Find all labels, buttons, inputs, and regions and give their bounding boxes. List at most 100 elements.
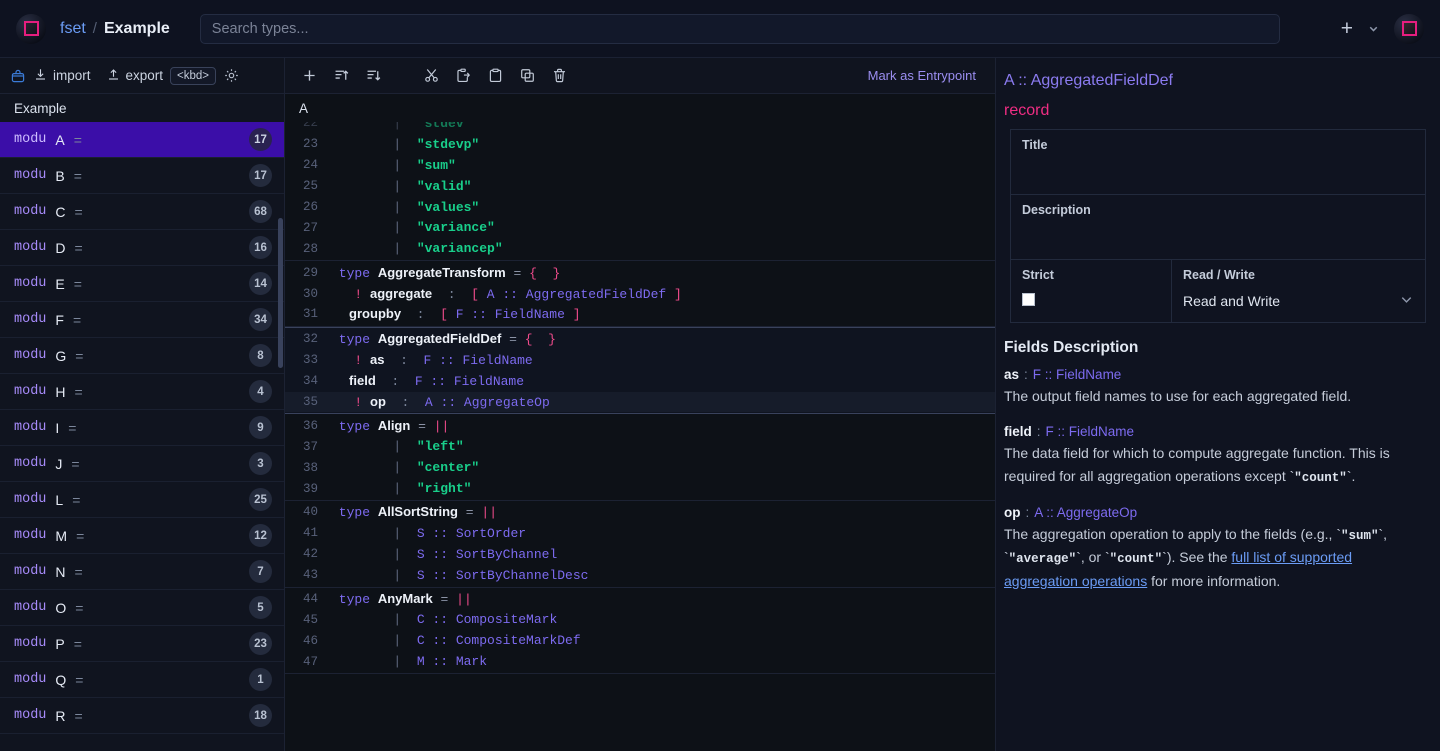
readwrite-select[interactable]: Read and Write (1183, 282, 1414, 310)
sidebar-item-q[interactable]: modu Q = 1 (0, 662, 284, 698)
module-keyword: modu (14, 708, 47, 723)
breadcrumb-current[interactable]: Example (104, 20, 170, 38)
code-block[interactable]: 29 type AggregateTransform = { } 30 ! agg… (285, 261, 995, 327)
code-line[interactable]: 41 | S :: SortOrder (285, 523, 995, 544)
module-keyword: modu (14, 276, 47, 291)
search-input[interactable] (199, 13, 1280, 44)
line-number: 39 (302, 481, 318, 496)
sidebar-item-c[interactable]: modu C = 68 (0, 194, 284, 230)
sidebar-item-r[interactable]: modu R = 18 (0, 698, 284, 734)
delete-icon[interactable] (545, 63, 573, 89)
copy-icon[interactable] (513, 63, 541, 89)
code-line[interactable]: 30 ! aggregate : [ A :: AggregatedFieldD… (285, 283, 995, 304)
sidebar-item-o[interactable]: modu O = 5 (0, 590, 284, 626)
code-line[interactable]: 23 | "stdevp" (285, 134, 995, 155)
code-line[interactable]: 32 type AggregatedFieldDef = { } (285, 329, 995, 350)
strict-readwrite-row: Strict Read / Write Read and Write (1011, 260, 1425, 323)
move-down-icon[interactable] (359, 63, 387, 89)
code-line[interactable]: 27 | "variance" (285, 217, 995, 238)
sidebar-item-n[interactable]: modu N = 7 (0, 554, 284, 590)
sidebar-item-a[interactable]: modu A = 17 (0, 122, 284, 158)
title-field-value[interactable] (1022, 152, 1414, 182)
code-line[interactable]: 44 type AnyMark = || (285, 589, 995, 610)
sidebar-scrollbar[interactable] (278, 218, 283, 368)
fields-description-list: as: F :: FieldName The output field names … (996, 367, 1440, 609)
code-block[interactable]: 40 type AllSortString = || 41 | S :: Sort… (285, 501, 995, 588)
sidebar-item-b[interactable]: modu B = 17 (0, 158, 284, 194)
code-line[interactable]: 46 | C :: CompositeMarkDef (285, 630, 995, 651)
sidebar-item-i[interactable]: modu I = 9 (0, 410, 284, 446)
token-eq: = (501, 332, 525, 348)
description-field-value[interactable] (1022, 217, 1414, 247)
code-line[interactable]: 43 | S :: SortByChannelDesc (285, 565, 995, 586)
module-name: H (55, 383, 66, 400)
code-line[interactable]: 25 | "valid" (285, 176, 995, 197)
editor-toolbar: Mark as Entrypoint (285, 58, 995, 94)
sidebar-toolbar: import export <kbd> (0, 58, 284, 94)
paste-into-icon[interactable] (449, 63, 477, 89)
code-line[interactable]: 38 | "center" (285, 457, 995, 478)
sidebar-item-d[interactable]: modu D = 16 (0, 230, 284, 266)
sidebar-item-f[interactable]: modu F = 34 (0, 302, 284, 338)
code-line[interactable]: 40 type AllSortString = || (285, 502, 995, 523)
code-line[interactable]: 29 type AggregateTransform = { } (285, 262, 995, 283)
token-brk: [ (471, 286, 487, 302)
code-line[interactable]: 39 | "right" (285, 478, 995, 499)
code-line[interactable]: 26 | "values" (285, 197, 995, 218)
avatar[interactable] (1394, 13, 1424, 44)
code-line[interactable]: 22 | "stdev" (285, 122, 995, 134)
breadcrumb-root[interactable]: fset (60, 20, 86, 38)
code-area[interactable]: 22 | "stdev" 23 | "stdevp" 24 | "sum" 25 | … (285, 122, 995, 751)
module-name: D (55, 239, 66, 256)
code-line[interactable]: 36 type Align = || (285, 415, 995, 436)
cut-icon[interactable] (417, 63, 445, 89)
move-up-icon[interactable] (327, 63, 355, 89)
code-block[interactable]: 36 type Align = || 37 | "left" 38 | "cente… (285, 414, 995, 502)
inspector-panel: A :: AggregatedFieldDef record Title Des… (995, 58, 1440, 751)
package-icon[interactable] (10, 68, 26, 84)
code-line[interactable]: 24 | "sum" (285, 155, 995, 176)
line-content: | "values" (331, 200, 995, 215)
sidebar-item-e[interactable]: modu E = 14 (0, 266, 284, 302)
sidebar-item-j[interactable]: modu J = 3 (0, 446, 284, 482)
chevron-down-icon[interactable] (1367, 22, 1380, 35)
export-button[interactable]: export (106, 67, 163, 85)
strict-checkbox[interactable] (1022, 293, 1035, 306)
code-block-selected[interactable]: 32 type AggregatedFieldDef = { } 33 ! as … (285, 326, 995, 415)
code-line[interactable]: 31 groupby : [ F :: FieldName ] (285, 304, 995, 325)
token-col: : (384, 353, 424, 369)
app-logo[interactable] (16, 13, 46, 44)
code-block[interactable]: 22 | "stdev" 23 | "stdevp" 24 | "sum" 25 | … (285, 122, 995, 262)
sidebar-item-l[interactable]: modu L = 25 (0, 482, 284, 518)
line-content: | S :: SortOrder (331, 526, 995, 541)
line-number: 32 (302, 332, 318, 347)
code-line[interactable]: 35 ! op : A :: AggregateOp (285, 391, 995, 413)
code-line[interactable]: 37 | "left" (285, 436, 995, 457)
code-line[interactable]: 34 field : F :: FieldName (285, 371, 995, 392)
token-eq: = (432, 592, 457, 608)
sidebar-item-h[interactable]: modu H = 4 (0, 374, 284, 410)
add-type-icon[interactable] (295, 63, 323, 89)
code-line[interactable]: 28 | "variancep" (285, 238, 995, 259)
mark-as-entrypoint-button[interactable]: Mark as Entrypoint (859, 64, 985, 87)
code-line[interactable]: 47 | M :: Mark (285, 651, 995, 672)
sidebar-item-g[interactable]: modu G = 8 (0, 338, 284, 374)
token-punc: || (456, 592, 472, 608)
token-pipe: | (331, 460, 417, 476)
code-block[interactable]: 44 type AnyMark = || 45 | C :: CompositeM… (285, 588, 995, 675)
clipboard-icon[interactable] (481, 63, 509, 89)
sidebar-item-p[interactable]: modu P = 23 (0, 626, 284, 662)
code-line[interactable]: 42 | S :: SortByChannel (285, 544, 995, 565)
keyboard-shortcuts-button[interactable]: <kbd> (170, 66, 217, 85)
sidebar-item-m[interactable]: modu M = 12 (0, 518, 284, 554)
token-brk: [ (440, 307, 456, 323)
gear-icon[interactable] (223, 67, 240, 84)
code-line[interactable]: 33 ! as : F :: FieldName (285, 350, 995, 371)
module-equals: = (72, 311, 82, 328)
module-count-badge: 16 (249, 236, 272, 259)
import-button[interactable]: import (33, 67, 91, 85)
line-content: | S :: SortByChannel (331, 547, 995, 562)
code-line[interactable]: 45 | C :: CompositeMark (285, 609, 995, 630)
sidebar-module-list: modu A = 17 modu B = 17 modu C = 68 modu D = 16 modu E = 14… (0, 122, 284, 751)
add-icon[interactable]: + (1341, 18, 1353, 39)
